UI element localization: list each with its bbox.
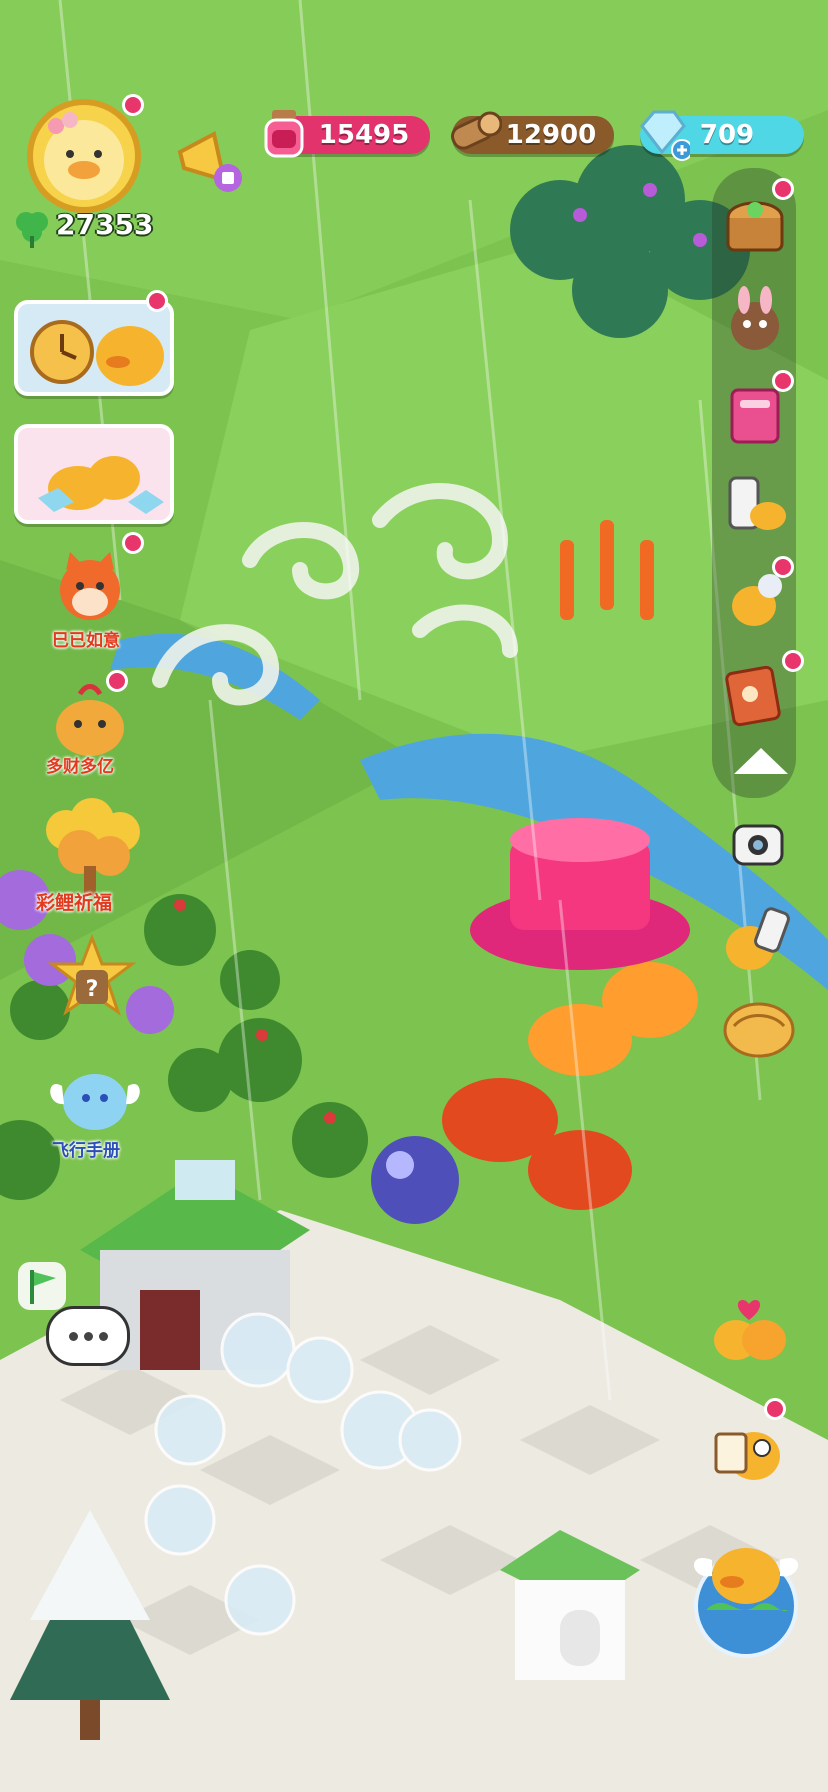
announcement-button[interactable] [170, 122, 244, 196]
mystery-box-event[interactable]: ? [40, 930, 144, 1034]
stopwatch-duck-event[interactable] [14, 300, 174, 396]
clover-icon [10, 206, 54, 250]
clover-count: 27353 [56, 208, 154, 241]
croissant-bag-icon [723, 1002, 795, 1058]
recipe-book-icon [725, 665, 781, 727]
profile-alert-dot [122, 94, 144, 116]
lucky-bag-label: 多财多亿 [46, 757, 114, 777]
croissant-bag-button[interactable] [716, 982, 802, 1068]
chat-dot-2 [83, 1331, 93, 1341]
camera-button[interactable] [730, 816, 786, 872]
bunny-mask-icon [731, 286, 779, 350]
recipe-book-button[interactable] [720, 660, 790, 730]
fox-event[interactable]: 巳已如意 [40, 532, 144, 651]
chat-bubble-icon [68, 1331, 78, 1341]
wood-log-icon [446, 104, 503, 160]
green-flag-button[interactable] [18, 1262, 66, 1310]
stopwatch-event-dot [146, 290, 168, 312]
recipe-book-dot [782, 650, 804, 672]
fish-tree-label: 彩鲤祈福 [36, 892, 113, 914]
duck-avatar-icon [27, 99, 141, 213]
gift-duck-icon [38, 456, 164, 514]
flying-duck-globe-icon [693, 1548, 799, 1658]
pink-book-dot [772, 370, 794, 392]
game-scene[interactable]: 27353 15495 12900 709 巳已如意 多财多亿 彩鲤祈福 ? 飞… [0, 0, 828, 1792]
duck-phone-icon [726, 907, 790, 970]
flight-handbook-label: 飞行手册 [52, 1141, 120, 1161]
camera-icon [732, 824, 784, 866]
gift-duck-event[interactable] [14, 424, 174, 524]
mystery-box-icon: ? [47, 933, 137, 1016]
megaphone-icon [177, 130, 242, 192]
potion-jar-icon [262, 106, 306, 160]
fox-event-dot [122, 532, 144, 554]
fish-tree-event[interactable]: 彩鲤祈福 [26, 790, 156, 920]
svg-text:?: ? [86, 977, 99, 1002]
duck-note-dot [764, 1398, 786, 1420]
stopwatch-icon [30, 320, 164, 386]
potion-value: 15495 [318, 120, 410, 150]
crystal-ball [371, 1136, 459, 1224]
duck-phone-button[interactable] [716, 896, 800, 980]
collapse-rail-button[interactable] [726, 742, 796, 782]
flight-handbook-event[interactable]: 飞行手册 [40, 1046, 150, 1161]
phone-duck-icon [728, 476, 786, 530]
phone-duck-button[interactable] [720, 470, 790, 540]
collapse-arrow-icon [734, 748, 788, 774]
crystal-plus-icon[interactable] [632, 104, 693, 162]
chat-button[interactable] [46, 1306, 130, 1366]
profile-avatar[interactable] [26, 94, 144, 214]
duck-love-icon [714, 1299, 786, 1360]
duck-ghost-dot [772, 556, 794, 578]
duck-love-button[interactable] [706, 1288, 792, 1374]
world-globe-button[interactable] [676, 1520, 816, 1660]
crystal-value: 709 [699, 120, 755, 150]
bunny-mask-button[interactable] [720, 286, 790, 356]
treasure-chest-dot [772, 178, 794, 200]
lucky-bag-dot [106, 670, 128, 692]
fox-event-label: 巳已如意 [52, 631, 120, 651]
lucky-bag-event[interactable]: 多财多亿 [40, 670, 140, 777]
chat-dot-3 [98, 1331, 108, 1341]
green-flag-icon [30, 1270, 56, 1304]
